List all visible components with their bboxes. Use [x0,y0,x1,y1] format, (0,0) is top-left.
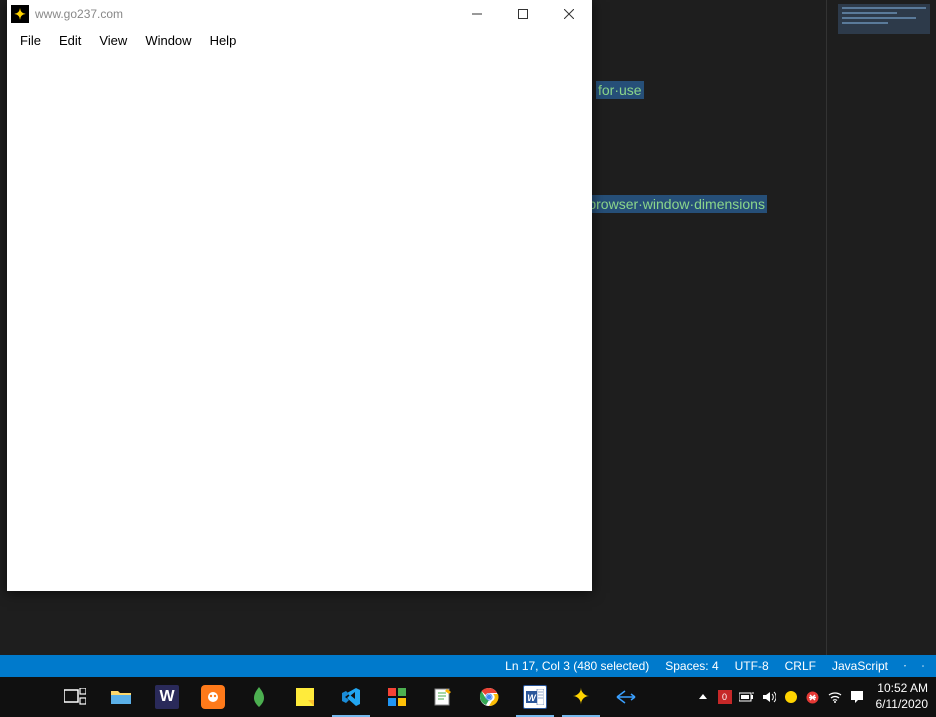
tray-battery-icon[interactable] [736,677,758,717]
electron-app-window: ✦ www.go237.com File Edit View Window He… [7,0,592,591]
app-icon: ✦ [11,5,29,23]
taskbar-ucbrowser-icon[interactable] [190,677,236,717]
clock-date: 6/11/2020 [876,697,929,713]
menu-window[interactable]: Window [136,30,200,51]
taskbar-app-icon[interactable] [374,677,420,717]
taskbar-chrome-icon[interactable] [466,677,512,717]
status-indentation[interactable]: Spaces: 4 [657,655,726,677]
menu-edit[interactable]: Edit [50,30,90,51]
taskbar-stickynotes-icon[interactable] [282,677,328,717]
minimize-button[interactable] [454,0,500,28]
tray-show-hidden-icon[interactable] [692,677,714,717]
taskbar-app-icon[interactable] [604,677,650,717]
tray-security-icon[interactable] [802,677,824,717]
tray-volume-icon[interactable] [758,677,780,717]
clock-time: 10:52 AM [876,681,929,697]
menu-file[interactable]: File [11,30,50,51]
tray-app-icon[interactable] [780,677,802,717]
status-notifications-icon[interactable] [914,655,932,677]
taskbar-clock[interactable]: 10:52 AM 6/11/2020 [868,681,936,712]
system-tray: 0 10:52 AM 6/11/2020 [692,677,936,717]
menubar: File Edit View Window Help [7,28,592,54]
maximize-button[interactable] [500,0,546,28]
windows-taskbar: W W ✦ [0,677,936,717]
taskbar-app-icon[interactable]: W [144,677,190,717]
taskbar-pinned-apps: W W ✦ [52,677,650,717]
status-language[interactable]: JavaScript [824,655,896,677]
status-eol[interactable]: CRLF [777,655,824,677]
window-title: www.go237.com [35,7,123,21]
menu-view[interactable]: View [90,30,136,51]
taskbar-word-icon[interactable]: W [512,677,558,717]
taskbar-vscode-icon[interactable] [328,677,374,717]
vscode-statusbar: Ln 17, Col 3 (480 selected) Spaces: 4 UT… [0,655,936,677]
titlebar-left: ✦ www.go237.com [7,5,123,23]
close-button[interactable] [546,0,592,28]
taskbar-file-explorer-icon[interactable] [98,677,144,717]
tray-app-icon[interactable]: 0 [714,677,736,717]
window-titlebar[interactable]: ✦ www.go237.com [7,0,592,28]
tray-wifi-icon[interactable] [824,677,846,717]
code-text-fragment: et·browser·window·dimensions [570,196,767,213]
taskbar-taskview-icon[interactable] [52,677,98,717]
menu-help[interactable]: Help [201,30,246,51]
status-cursor-position[interactable]: Ln 17, Col 3 (480 selected) [497,655,657,677]
code-text-fragment: for·use [596,82,644,99]
status-encoding[interactable]: UTF-8 [727,655,777,677]
taskbar-notepadpp-icon[interactable] [420,677,466,717]
app-content-area [7,54,592,591]
window-controls [454,0,592,28]
tray-action-center-icon[interactable] [846,677,868,717]
status-feedback-icon[interactable] [896,655,914,677]
editor-minimap[interactable] [838,4,930,34]
editor-scrollbar-area[interactable] [826,0,936,677]
taskbar-go237-icon[interactable]: ✦ [558,677,604,717]
taskbar-mongodb-icon[interactable] [236,677,282,717]
